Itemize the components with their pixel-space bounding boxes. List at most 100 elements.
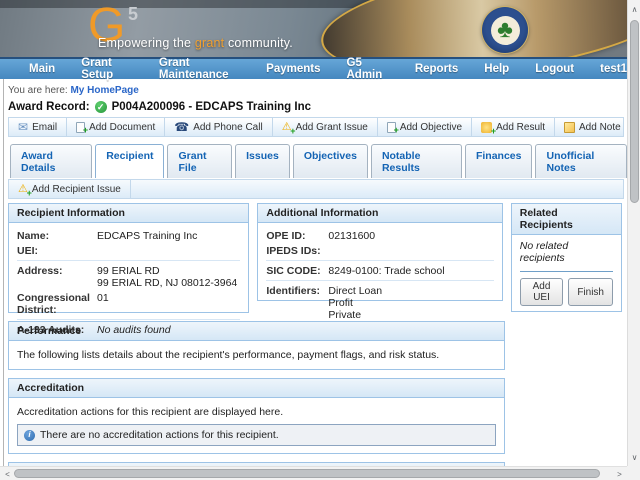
tab-grant-file[interactable]: Grant File [167, 144, 232, 178]
field-address-value: 99 ERIAL RD 99 ERIAL RD, NJ 08012-3964 [97, 265, 240, 289]
email-icon: ✉ [18, 121, 28, 133]
tab-issues[interactable]: Issues [235, 144, 290, 178]
info-panels-row: Recipient Information Name: EDCAPS Train… [8, 203, 622, 313]
add-document-label: Add Document [89, 122, 155, 133]
breadcrumb-homepage-link[interactable]: My HomePage [70, 85, 138, 96]
horizontal-scrollbar-thumb[interactable] [14, 469, 600, 478]
related-recipients-buttons: Add UEI Finish [520, 278, 613, 306]
field-ipeds-ids-value [328, 245, 493, 257]
add-result-icon [481, 122, 492, 133]
add-note-button[interactable]: Add Note [555, 118, 630, 136]
add-result-label: Add Result [496, 122, 545, 133]
add-uei-button[interactable]: Add UEI [520, 278, 564, 306]
phone-icon: ☎ [174, 121, 189, 133]
add-grant-issue-button[interactable]: ⚠ Add Grant Issue [273, 118, 378, 136]
field-sic-code-value: 8249-0100: Trade school [328, 265, 493, 277]
add-recipient-issue-label: Add Recipient Issue [32, 184, 121, 195]
identifier-line-1: Direct Loan [328, 285, 493, 297]
bookshelf-swoosh-image [315, 0, 640, 57]
g5-logo-5: 5 [128, 4, 138, 25]
horizontal-scrollbar[interactable]: < > [0, 466, 627, 480]
email-button-label: Email [32, 122, 57, 133]
field-address-label: Address: [17, 265, 97, 289]
nav-grant-setup[interactable]: Grant Setup [68, 57, 146, 81]
tab-award-details[interactable]: Award Details [10, 144, 92, 178]
accreditation-title: Accreditation [9, 379, 504, 398]
nav-g5-admin[interactable]: G5 Admin [334, 57, 402, 81]
performance-text: The following lists details about the re… [9, 341, 504, 369]
field-address: Address: 99 ERIAL RD 99 ERIAL RD, NJ 080… [17, 263, 240, 290]
field-identifiers: Identifiers: Direct Loan Profit Private [266, 283, 493, 322]
accreditation-panel: Accreditation Accreditation actions for … [8, 378, 505, 454]
field-congressional-district-label: Congressional District: [17, 292, 97, 316]
field-ope-id-label: OPE ID: [266, 230, 328, 242]
accreditation-info-text: There are no accreditation actions for t… [40, 428, 279, 442]
main-content: You are here: My HomePage Award Record: … [0, 79, 627, 480]
tab-finances[interactable]: Finances [465, 144, 533, 178]
scroll-right-icon[interactable]: > [613, 467, 626, 480]
related-recipients-panel: Related Recipients No related recipients… [511, 203, 622, 312]
tab-objectives[interactable]: Objectives [293, 144, 368, 178]
field-uei-value [97, 245, 240, 257]
divider [17, 260, 240, 261]
tab-recipient[interactable]: Recipient [95, 144, 164, 178]
recipient-information-panel: Recipient Information Name: EDCAPS Train… [8, 203, 249, 313]
add-note-label: Add Note [579, 122, 621, 133]
warning-plus-icon: ⚠ [282, 122, 292, 133]
scroll-down-icon[interactable]: ∨ [628, 450, 640, 464]
seal-tree-icon: ♣ [491, 16, 520, 45]
green-check-icon: ✓ [95, 101, 107, 113]
identifier-line-2: Profit [328, 297, 493, 309]
divider [520, 271, 613, 272]
scroll-up-icon[interactable]: ∧ [628, 2, 640, 16]
add-result-button[interactable]: Add Result [472, 118, 555, 136]
nav-help[interactable]: Help [471, 63, 522, 75]
add-document-button[interactable]: Add Document [67, 118, 165, 136]
field-name-value: EDCAPS Training Inc [97, 230, 240, 242]
field-ope-id-value: 02131600 [328, 230, 493, 242]
accreditation-body: Accreditation actions for this recipient… [9, 398, 504, 453]
divider [266, 260, 493, 261]
vertical-scrollbar[interactable]: ∧ ∨ [627, 0, 640, 466]
main-nav-bar: Main Grant Setup Grant Maintenance Payme… [0, 57, 640, 79]
field-sic-code-label: SIC CODE: [266, 265, 328, 277]
field-name-label: Name: [17, 230, 97, 242]
award-record-value: P004A200096 - EDCAPS Training Inc [112, 101, 311, 113]
nav-main[interactable]: Main [16, 63, 68, 75]
add-phone-call-button[interactable]: ☎ Add Phone Call [165, 118, 272, 136]
scrollbar-corner [627, 466, 640, 480]
g5-application-window: ♣ G 5 Empowering the grant community. Ma… [0, 0, 640, 480]
additional-information-body: OPE ID: 02131600 IPEDS IDs: SIC CODE: 82… [258, 223, 501, 327]
nav-payments[interactable]: Payments [253, 63, 333, 75]
field-name: Name: EDCAPS Training Inc [17, 228, 240, 243]
breadcrumb: You are here: My HomePage [8, 85, 627, 96]
breadcrumb-prefix: You are here: [8, 85, 68, 96]
vertical-scrollbar-thumb[interactable] [630, 20, 639, 203]
identifier-line-3: Private [328, 309, 493, 321]
address-line-2: 99 ERIAL RD, NJ 08012-3964 [97, 277, 240, 289]
award-record-header: Award Record: ✓ P004A200096 - EDCAPS Tra… [8, 101, 627, 113]
field-ipeds-ids: IPEDS IDs: [266, 243, 493, 258]
field-uei-label: UEI: [17, 245, 97, 257]
scroll-left-icon[interactable]: < [1, 467, 14, 480]
add-recipient-issue-button[interactable]: ⚠ Add Recipient Issue [9, 180, 131, 198]
nav-reports[interactable]: Reports [402, 63, 471, 75]
tagline-post: community. [224, 36, 293, 50]
info-icon: i [24, 430, 35, 441]
add-objective-button[interactable]: Add Objective [378, 118, 472, 136]
field-a133-audits-value: No audits found [97, 324, 240, 336]
related-recipients-body: No related recipients Add UEI Finish [512, 235, 621, 311]
field-sic-code: SIC CODE: 8249-0100: Trade school [266, 263, 493, 278]
tab-unofficial-notes[interactable]: Unofficial Notes [535, 144, 627, 178]
tab-notable-results[interactable]: Notable Results [371, 144, 462, 178]
field-identifiers-value: Direct Loan Profit Private [328, 285, 493, 321]
divider [266, 280, 493, 281]
accreditation-info-box: i There are no accreditation actions for… [17, 424, 496, 446]
nav-grant-maintenance[interactable]: Grant Maintenance [146, 57, 253, 81]
finish-button[interactable]: Finish [568, 278, 613, 306]
add-phone-call-label: Add Phone Call [193, 122, 263, 133]
field-ipeds-ids-label: IPEDS IDs: [266, 245, 328, 257]
add-document-icon [76, 122, 85, 133]
email-button[interactable]: ✉ Email [9, 118, 67, 136]
nav-logout[interactable]: Logout [522, 63, 587, 75]
